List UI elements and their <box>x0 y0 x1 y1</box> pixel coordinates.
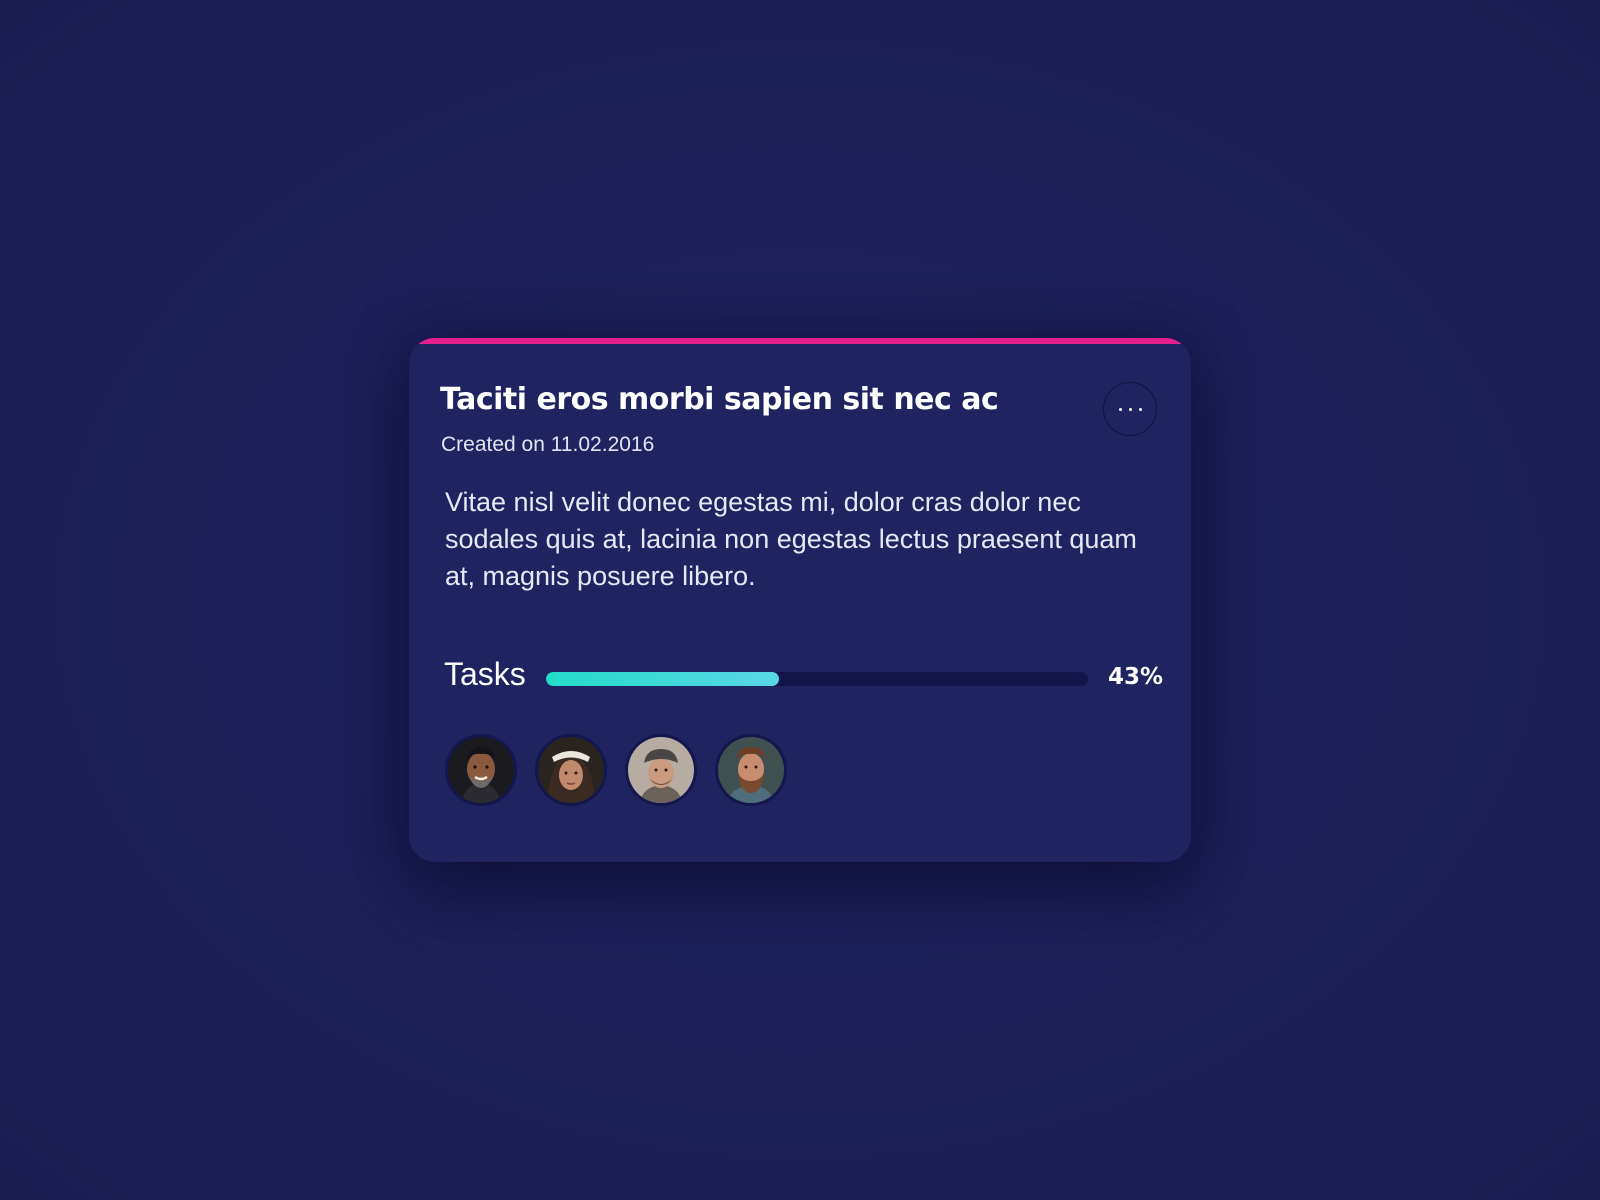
avatar[interactable] <box>625 734 697 806</box>
tasks-progress-bar <box>546 672 1088 686</box>
avatar[interactable] <box>535 734 607 806</box>
tasks-progress-value: 43% <box>1107 664 1163 690</box>
avatar[interactable] <box>715 734 787 806</box>
avatar[interactable] <box>445 734 517 806</box>
created-date: Created on 11.02.2016 <box>441 433 655 456</box>
card-description: Vitae nisl velit donec egestas mi, dolor… <box>445 487 1137 591</box>
more-horizontal-icon <box>1118 407 1142 411</box>
tasks-progress-fill <box>546 672 780 686</box>
member-avatars <box>445 734 787 806</box>
more-options-button[interactable] <box>1103 382 1157 436</box>
project-card: Taciti eros morbi sapien sit nec ac Crea… <box>409 338 1191 862</box>
card-accent-bar <box>409 338 1191 344</box>
card-title: Taciti eros morbi sapien sit nec ac <box>440 382 999 417</box>
tasks-label: Tasks <box>444 656 526 692</box>
